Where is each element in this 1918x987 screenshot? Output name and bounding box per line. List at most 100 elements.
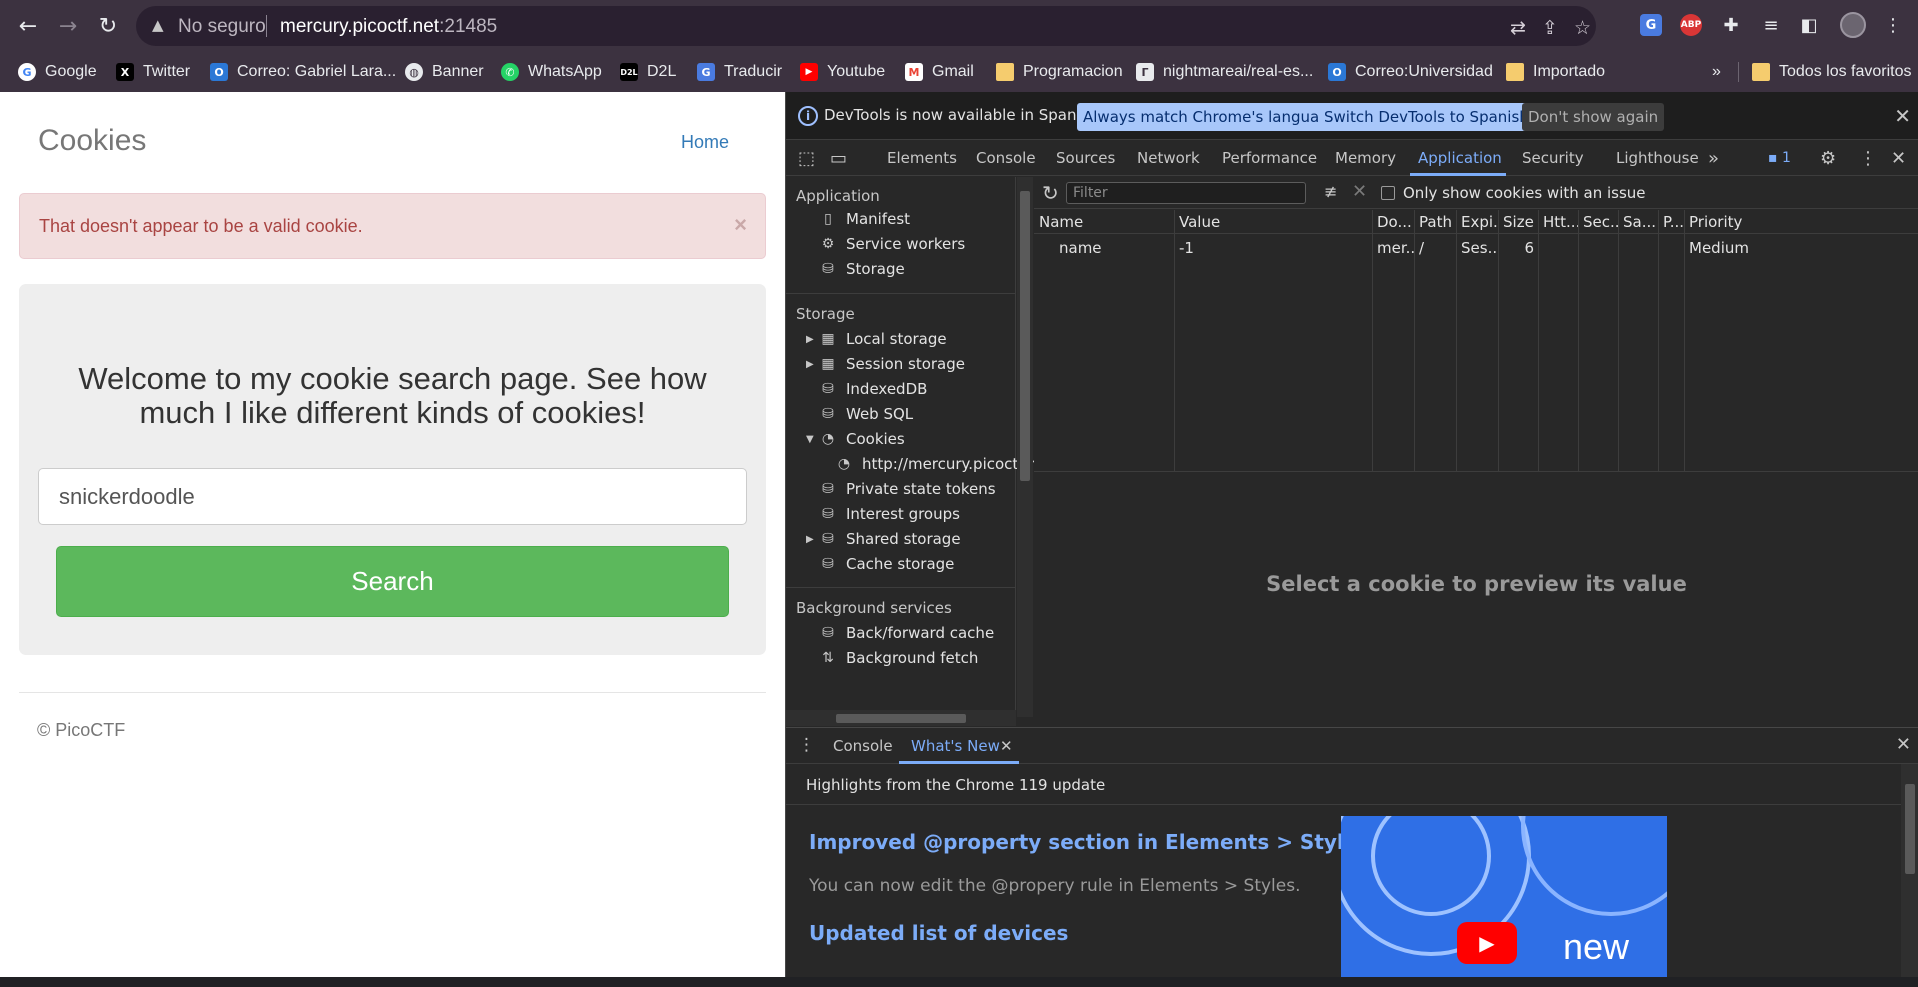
- tab-sources[interactable]: Sources: [1056, 149, 1115, 167]
- issues-badge[interactable]: ▪ 1: [1768, 150, 1791, 166]
- tab-network[interactable]: Network: [1137, 149, 1200, 167]
- bookmarks-overflow-chevron[interactable]: »: [1712, 60, 1721, 84]
- column-header-partition[interactable]: P...: [1658, 210, 1684, 234]
- side-panel-icon[interactable]: ◧: [1796, 12, 1822, 38]
- tab-memory[interactable]: Memory: [1335, 149, 1396, 167]
- sidebar-item-indexeddb[interactable]: ⛁ IndexedDB: [819, 380, 927, 398]
- translate-page-icon[interactable]: ⇄: [1510, 17, 1526, 39]
- cookie-cell-priority[interactable]: Medium: [1684, 236, 1918, 260]
- bookmark-whatsapp[interactable]: ✆ WhatsApp: [501, 60, 602, 84]
- browser-menu-icon[interactable]: ⋮: [1880, 12, 1906, 38]
- sidebar-item-shared-storage[interactable]: ⛁ Shared storage: [819, 530, 960, 548]
- cookie-search-input[interactable]: snickerdoodle: [38, 468, 747, 525]
- switch-to-spanish-button[interactable]: Switch DevTools to Spanish: [1318, 103, 1535, 131]
- sidebar-item-local-storage[interactable]: ▦ Local storage: [819, 330, 946, 348]
- all-bookmarks-folder[interactable]: Todos los favoritos: [1752, 60, 1912, 84]
- column-header-size[interactable]: Size: [1498, 210, 1538, 234]
- column-header-priority[interactable]: Priority: [1684, 210, 1918, 234]
- bookmark-nightmareai[interactable]: Γnightmareai/real-es...: [1136, 60, 1313, 84]
- profile-avatar[interactable]: [1840, 12, 1866, 38]
- whats-new-scrollbar[interactable]: [1901, 764, 1918, 978]
- home-link[interactable]: Home: [681, 132, 729, 153]
- device-toolbar-icon[interactable]: ▭: [830, 148, 847, 169]
- column-header-httponly[interactable]: Htt...: [1538, 210, 1578, 234]
- scrollbar-thumb[interactable]: [1020, 191, 1030, 481]
- column-header-path[interactable]: Path: [1414, 210, 1456, 234]
- sidebar-item-cookie-origin[interactable]: ◔ http://mercury.picoctf.n: [835, 455, 1037, 473]
- bookmark-google[interactable]: G Google: [18, 60, 97, 84]
- bookmark-banner[interactable]: ◍ Banner: [405, 60, 484, 84]
- cookie-filter-input[interactable]: Filter: [1066, 182, 1306, 204]
- expand-arrow-icon[interactable]: ▶: [806, 334, 814, 345]
- sidebar-item-interest-groups[interactable]: ⛁ Interest groups: [819, 505, 960, 523]
- reload-icon[interactable]: ↻: [92, 10, 124, 42]
- reading-list-icon[interactable]: ≡: [1758, 12, 1784, 38]
- bookmark-gmail[interactable]: M Gmail: [905, 60, 974, 84]
- bookmark-d2l[interactable]: D2L D2L: [620, 60, 676, 84]
- tab-performance[interactable]: Performance: [1222, 149, 1317, 167]
- bookmark-folder-programacion[interactable]: Programacion: [996, 60, 1123, 84]
- clear-all-cookies-icon[interactable]: ≢: [1324, 182, 1337, 201]
- refresh-icon[interactable]: ↻: [1042, 181, 1059, 205]
- alert-close-button[interactable]: ×: [734, 212, 747, 238]
- security-label[interactable]: No seguro: [178, 16, 266, 38]
- drawer-close-icon[interactable]: ✕: [1896, 734, 1911, 755]
- whats-new-heading-devices[interactable]: Updated list of devices: [809, 921, 1068, 945]
- sidebar-item-storage[interactable]: ⛁ Storage: [819, 260, 905, 278]
- sidebar-item-manifest[interactable]: ▯ Manifest: [819, 210, 910, 228]
- bookmark-folder-importado[interactable]: Importado: [1506, 60, 1605, 84]
- whats-new-heading-property[interactable]: Improved @property section in Elements >…: [809, 830, 1369, 854]
- sidebar-item-private-state-tokens[interactable]: ⛁ Private state tokens: [819, 480, 995, 498]
- more-tabs-chevron-icon[interactable]: »: [1708, 148, 1719, 169]
- column-header-domain[interactable]: Do...: [1372, 210, 1414, 234]
- drawer-tab-whats-new[interactable]: What's New: [911, 737, 1000, 755]
- cookie-cell-name[interactable]: name: [1054, 236, 1174, 260]
- cookie-cell-domain[interactable]: mer...: [1372, 236, 1414, 260]
- address-bar[interactable]: ▲ No seguro mercury.picoctf.net:21485 ⇄ …: [136, 6, 1596, 46]
- sidebar-item-background-fetch[interactable]: ⇅ Background fetch: [819, 649, 978, 667]
- back-arrow-icon[interactable]: ←: [12, 10, 44, 42]
- sidebar-item-web-sql[interactable]: ⛁ Web SQL: [819, 405, 913, 423]
- bookmark-correo-gabriel[interactable]: O Correo: Gabriel Lara...: [210, 60, 396, 84]
- sidebar-horizontal-scrollbar[interactable]: [786, 710, 1016, 726]
- close-tab-icon[interactable]: ✕: [1000, 737, 1013, 755]
- column-header-name[interactable]: Name: [1034, 210, 1174, 234]
- only-issues-checkbox[interactable]: [1381, 186, 1395, 200]
- forward-arrow-icon[interactable]: →: [52, 10, 84, 42]
- delete-selected-icon[interactable]: ✕: [1352, 181, 1367, 202]
- column-header-samesite[interactable]: Sa...: [1618, 210, 1658, 234]
- bookmark-correo-universidad[interactable]: O Correo:Universidad: [1328, 60, 1493, 84]
- extensions-puzzle-icon[interactable]: ✚: [1718, 12, 1744, 38]
- adblock-plus-icon[interactable]: ABP: [1680, 14, 1702, 36]
- cookie-cell-size[interactable]: 6: [1498, 236, 1534, 260]
- scrollbar-thumb[interactable]: [1905, 784, 1915, 874]
- cookie-cell-path[interactable]: /: [1414, 236, 1456, 260]
- always-match-language-button[interactable]: Always match Chrome's language: [1077, 103, 1344, 131]
- cookie-cell-expires[interactable]: Ses...: [1456, 236, 1498, 260]
- search-button[interactable]: Search: [56, 546, 729, 617]
- cookie-cell-value[interactable]: -1: [1174, 236, 1372, 260]
- tab-lighthouse[interactable]: Lighthouse: [1616, 149, 1699, 167]
- share-icon[interactable]: ⇪: [1542, 17, 1558, 39]
- devtools-close-icon[interactable]: ✕: [1891, 148, 1906, 169]
- infobar-close-icon[interactable]: ✕: [1894, 104, 1911, 128]
- sidebar-item-cache-storage[interactable]: ⛁ Cache storage: [819, 555, 954, 573]
- sidebar-vertical-scrollbar[interactable]: [1017, 177, 1033, 717]
- tab-elements[interactable]: Elements: [887, 149, 957, 167]
- expand-arrow-icon[interactable]: ▶: [806, 359, 814, 370]
- sidebar-item-back-forward-cache[interactable]: ⛁ Back/forward cache: [819, 624, 994, 642]
- inspect-element-icon[interactable]: ⬚: [798, 148, 815, 169]
- devtools-menu-icon[interactable]: ⋮: [1859, 148, 1877, 169]
- bookmark-traducir[interactable]: G Traducir: [697, 60, 782, 84]
- expand-arrow-icon[interactable]: ▶: [806, 534, 814, 545]
- drawer-tab-console[interactable]: Console: [833, 737, 893, 755]
- sidebar-item-service-workers[interactable]: ⚙ Service workers: [819, 235, 965, 253]
- drawer-menu-icon[interactable]: ⋮: [798, 735, 815, 755]
- column-header-secure[interactable]: Sec...: [1578, 210, 1618, 234]
- whats-new-video-thumbnail[interactable]: ▶ new: [1341, 816, 1667, 978]
- youtube-play-icon[interactable]: ▶: [1457, 922, 1517, 964]
- column-header-value[interactable]: Value: [1174, 210, 1372, 234]
- sidebar-item-cookies[interactable]: ◔ Cookies: [819, 430, 905, 448]
- bookmark-twitter[interactable]: X Twitter: [116, 60, 190, 84]
- scrollbar-thumb[interactable]: [836, 714, 966, 723]
